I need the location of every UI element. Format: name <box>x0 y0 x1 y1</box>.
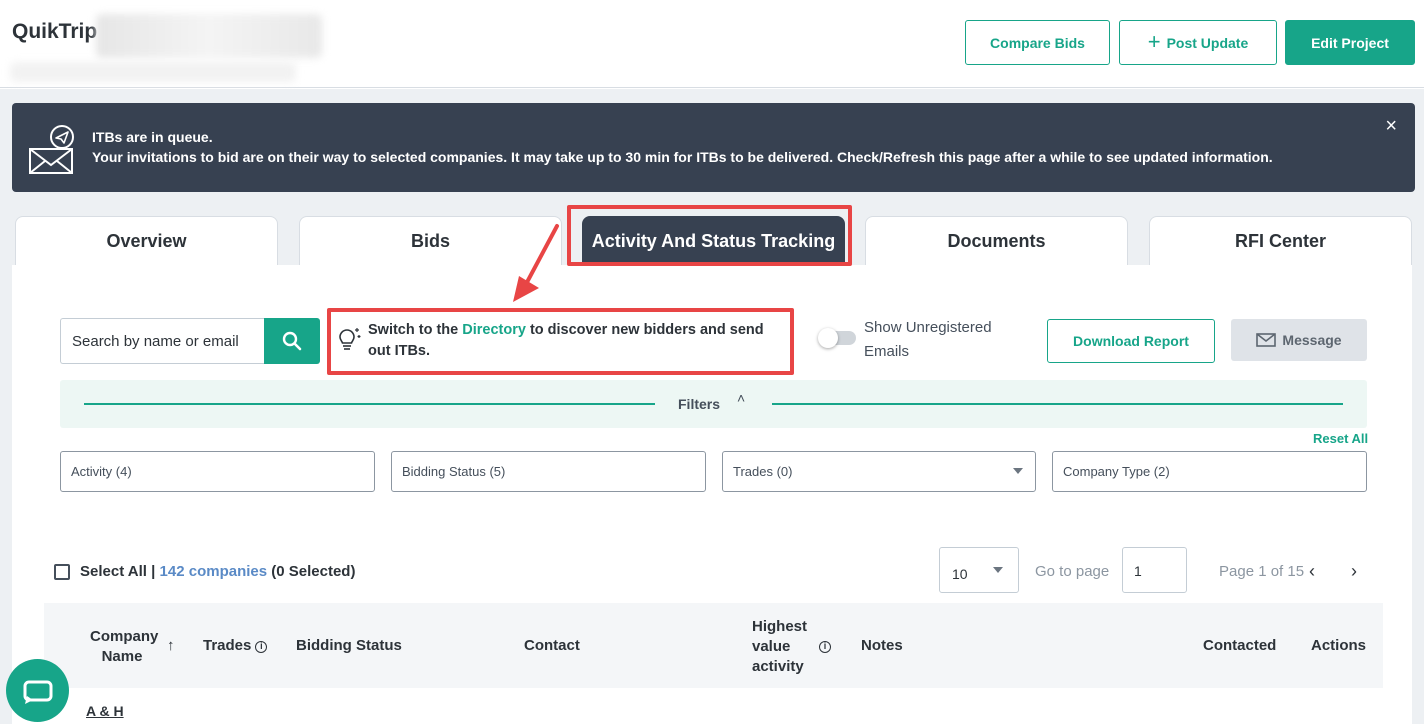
search-icon <box>282 331 302 351</box>
column-highest-line2: value <box>752 638 791 655</box>
show-unregistered-label: Show Unregistered Emails <box>864 319 992 360</box>
tab-overview[interactable]: Overview <box>15 216 278 266</box>
tab-rfi-label: RFI Center <box>1234 231 1326 251</box>
tab-bids[interactable]: Bids <box>299 216 562 266</box>
project-header: QuikTrip Compare Bids + Post Update Edit… <box>0 0 1424 88</box>
redacted-project-subtitle <box>10 62 296 82</box>
company-type-filter[interactable]: Company Type (2) <box>1052 451 1367 492</box>
tab-activity-status-tracking[interactable]: Activity And Status Tracking <box>582 216 845 266</box>
chat-launcher-button[interactable] <box>6 659 69 722</box>
banner-message: Your invitations to bid are on their way… <box>92 149 1273 165</box>
envelope-icon <box>1256 333 1277 347</box>
directory-link[interactable]: Directory <box>462 322 526 338</box>
prev-page-icon[interactable]: ‹ <box>1309 561 1315 582</box>
next-page-icon[interactable]: › <box>1351 561 1357 582</box>
trades-filter-value: Trades (0) <box>733 464 793 479</box>
go-to-page-label: Go to page <box>1035 563 1110 580</box>
column-notes: Notes <box>861 637 903 654</box>
tip-prefix: Switch to the <box>368 322 463 338</box>
search-placeholder: Search by name or email <box>72 332 239 350</box>
message-button[interactable]: Message <box>1231 319 1367 361</box>
message-label: Message <box>1282 332 1342 348</box>
column-actions: Actions <box>1311 637 1367 654</box>
info-icon[interactable]: i <box>255 641 268 653</box>
trades-filter[interactable]: Trades (0) <box>722 451 1036 492</box>
banner-title: ITBs are in queue. <box>92 129 213 145</box>
sort-arrow-up-icon[interactable]: ↑ <box>167 636 175 656</box>
bidding-status-filter-value: Bidding Status (5) <box>402 464 506 479</box>
tab-documents-label: Documents <box>947 231 1046 251</box>
reset-all-link[interactable]: Reset All <box>1313 431 1368 446</box>
highest-info[interactable]: i <box>815 636 831 656</box>
column-highest-line1: Highest <box>752 618 808 635</box>
column-company-name[interactable]: Company Name <box>90 627 159 667</box>
column-contact[interactable]: Contact <box>524 636 580 656</box>
compare-bids-label: Compare Bids <box>990 34 1085 51</box>
select-all-summary: Select All | 142 companies (0 Selected) <box>80 563 355 580</box>
search-button[interactable] <box>264 318 320 364</box>
select-all-checkbox[interactable] <box>54 564 70 580</box>
chevron-up-icon[interactable]: ˄ <box>737 390 745 406</box>
filters-divider-right <box>772 403 1343 405</box>
close-icon[interactable]: × <box>1385 115 1397 138</box>
tab-activity-label: Activity And Status Tracking <box>591 231 836 251</box>
column-trades-label: Trades <box>203 637 252 654</box>
column-company-name-line2: Name <box>101 648 143 665</box>
caret-down-icon <box>1013 468 1023 474</box>
column-company-name-line1: Company <box>90 628 159 645</box>
per-page-select[interactable]: 10 <box>939 547 1019 593</box>
tab-overview-label: Overview <box>106 231 187 251</box>
column-highest-value-activity[interactable]: Highest value activity <box>752 617 807 677</box>
caret-down-icon <box>993 567 1003 573</box>
lightbulb-icon <box>339 328 361 350</box>
company-name-link[interactable]: A & H <box>86 703 124 719</box>
filters-label: Filters <box>678 396 721 412</box>
column-contacted[interactable]: Contacted <box>1203 636 1276 656</box>
edit-project-label: Edit Project <box>1311 34 1389 51</box>
tab-bids-label: Bids <box>410 231 450 251</box>
post-update-button[interactable]: + Post Update <box>1119 20 1277 65</box>
filters-divider-left <box>84 403 655 405</box>
go-to-page-value: 1 <box>1134 563 1142 579</box>
mail-send-icon <box>29 125 74 174</box>
directory-tip: Switch to the Directory to discover new … <box>368 320 788 362</box>
download-report-label: Download Report <box>1073 333 1189 349</box>
toggle-knob <box>818 328 838 348</box>
edit-project-button[interactable]: Edit Project <box>1285 20 1415 65</box>
compare-bids-button[interactable]: Compare Bids <box>965 20 1110 65</box>
tab-rfi-center[interactable]: RFI Center <box>1149 216 1412 266</box>
activity-filter-value: Activity (4) <box>71 464 132 479</box>
tab-documents[interactable]: Documents <box>865 216 1128 266</box>
show-unregistered-toggle[interactable] <box>818 328 856 348</box>
select-all-separator: | <box>146 563 160 580</box>
column-highest-line3: activity <box>752 658 804 675</box>
company-type-filter-value: Company Type (2) <box>1063 464 1170 479</box>
bidding-status-filter[interactable]: Bidding Status (5) <box>391 451 706 492</box>
activity-filter[interactable]: Activity (4) <box>60 451 375 492</box>
redacted-project-name <box>96 14 322 58</box>
select-all-label[interactable]: Select All <box>80 563 147 580</box>
search-input[interactable]: Search by name or email <box>60 318 265 364</box>
post-update-label: Post Update <box>1166 34 1249 51</box>
companies-count: 142 companies <box>159 563 268 580</box>
column-bidding-status[interactable]: Bidding Status <box>296 636 402 656</box>
download-report-button[interactable]: Download Report <box>1047 319 1215 363</box>
info-icon[interactable]: i <box>819 641 831 653</box>
itb-queue-banner: ITBs are in queue. Your invitations to b… <box>12 103 1415 192</box>
plus-icon: + <box>1147 28 1161 54</box>
chat-icon <box>23 680 52 704</box>
per-page-value: 10 <box>952 566 968 582</box>
go-to-page-input[interactable]: 1 <box>1122 547 1187 593</box>
column-trades[interactable]: Trades i <box>203 636 268 656</box>
page-indicator: Page 1 of 15 <box>1219 563 1305 580</box>
project-title: QuikTrip <box>12 20 98 43</box>
selected-count: (0 Selected) <box>267 563 356 580</box>
